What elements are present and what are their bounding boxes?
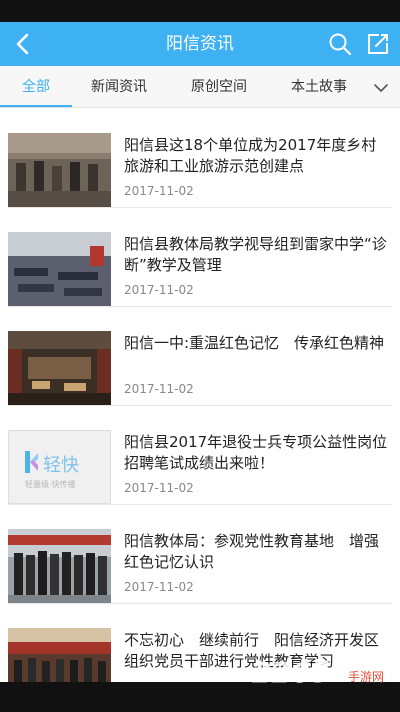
article-date: 2017-11-02 [124, 184, 194, 198]
placeholder-tagline: 轻量级·快传播 [25, 480, 76, 489]
site-watermark: 2265 手游网 [252, 656, 400, 692]
tab-all[interactable]: 全部 [22, 66, 50, 108]
watermark-suffix: 手游网 [348, 670, 385, 684]
chevron-left-icon [16, 33, 29, 55]
article-title: 阳信县2017年退役士兵专项公益性岗位招聘笔试成绩出来啦！ [124, 433, 388, 472]
article-thumbnail: 轻快 轻量级·快传播 [8, 430, 111, 504]
article-thumbnail [8, 133, 111, 207]
share-button[interactable] [363, 29, 393, 59]
article-item[interactable]: 轻快 轻量级·快传播 阳信县2017年退役士兵专项公益性岗位招聘笔试成绩出来啦！… [8, 406, 392, 505]
article-thumbnail [8, 232, 111, 306]
article-title: 阳信一中:重温红色记忆 传承红色精神 [124, 334, 385, 352]
article-title: 阳信教体局：参观党性教育基地 增强红色记忆认识 [124, 532, 380, 571]
article-item[interactable]: 阳信教体局：参观党性教育基地 增强红色记忆认识 2017-11-02 [8, 505, 392, 604]
article-thumbnail [8, 628, 111, 682]
placeholder-brand: 轻快 [43, 455, 79, 476]
article-date: 2017-11-02 [124, 382, 194, 396]
article-date: 2017-11-02 [124, 481, 194, 495]
status-bar [0, 0, 400, 22]
article-thumbnail [8, 529, 111, 603]
category-tabs: 全部 新闻资讯 原创空间 本土故事 [0, 66, 400, 108]
article-item[interactable]: 阳信县这18个单位成为2017年度乡村旅游和工业旅游示范创建点 2017-11-… [8, 109, 392, 208]
watermark-brand: 2265 [252, 656, 330, 689]
article-title: 阳信县教体局教学视导组到雷家中学“诊断”教学及管理 [124, 235, 387, 274]
tab-news[interactable]: 新闻资讯 [91, 66, 147, 108]
search-button[interactable] [325, 29, 355, 59]
back-button[interactable] [8, 29, 38, 59]
placeholder-logo [25, 451, 39, 473]
tab-original[interactable]: 原创空间 [191, 66, 247, 108]
tab-local-stories[interactable]: 本土故事 [291, 66, 347, 108]
search-icon [329, 33, 352, 56]
page-title: 阳信资讯 [166, 34, 234, 54]
active-tab-indicator [0, 105, 72, 107]
app-screen: 阳信资讯 全部 新闻资讯 原创空间 本土故事 阳信县这18个单位成为2017年度… [0, 22, 400, 682]
chevron-down-icon [374, 84, 388, 92]
article-item[interactable]: 阳信县教体局教学视导组到雷家中学“诊断”教学及管理 2017-11-02 [8, 208, 392, 307]
more-tabs-button[interactable] [370, 77, 392, 99]
article-thumbnail [8, 331, 111, 405]
article-item[interactable]: 阳信一中:重温红色记忆 传承红色精神 2017-11-02 [8, 307, 392, 406]
article-date: 2017-11-02 [124, 283, 194, 297]
share-icon [368, 34, 388, 54]
top-navigation-bar: 阳信资讯 [0, 22, 400, 66]
article-date: 2017-11-02 [124, 580, 194, 594]
article-title: 阳信县这18个单位成为2017年度乡村旅游和工业旅游示范创建点 [124, 136, 377, 175]
